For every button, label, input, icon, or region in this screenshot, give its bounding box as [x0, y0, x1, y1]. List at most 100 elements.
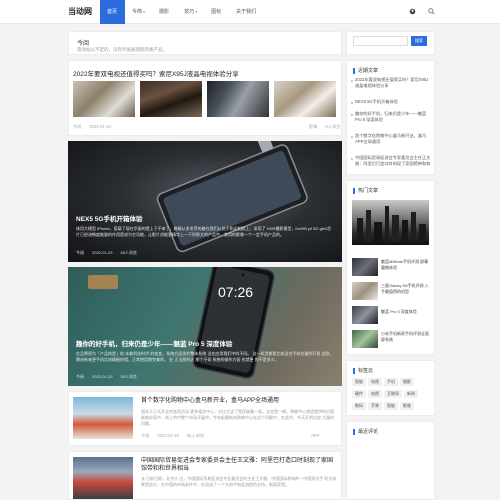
top-navbar: 当动网 首页 今简▾ 摄影 技巧▾ 图标 关于我们	[0, 0, 500, 24]
search-button[interactable]: 搜索	[411, 36, 427, 46]
post-date: 2022-01-29	[157, 433, 179, 438]
user-icon[interactable]	[409, 8, 416, 17]
post-excerpt: 长 日前日期，北京大 出，中国国际贸易促进会专业委员会的主任王文雅，中国国际影响…	[141, 476, 337, 487]
post-title[interactable]: 首个数字化购物中心盒马新开业，盒马APP全场通用	[141, 397, 337, 405]
recent-post-link[interactable]: 中国国际贸易促进会专家委员会主任王文雅：阿里巴打造口时刻现了家国馆带和和世界相当	[355, 155, 431, 167]
tag-link[interactable]: 影像	[400, 402, 414, 410]
widget-title: 标签云	[353, 367, 373, 374]
post-date: 2022-01-29	[92, 250, 113, 255]
hot-post-thumbnail[interactable]	[352, 258, 378, 276]
post-title[interactable]: 中国国际贸易促进会专家委员会主任王文雅：阿里巴打造口时刻现了家国馆带和和世界相当	[141, 457, 337, 473]
skyline-illustration	[357, 206, 426, 242]
phone-illustration: 07:26	[88, 267, 275, 379]
tag-link[interactable]: 苹果	[368, 402, 382, 410]
notice-title: 今阅	[77, 41, 90, 47]
search-input[interactable]	[353, 36, 408, 46]
post-excerpt: 体用大模型 iPhone，搭载了现在华丽的提上下不来了，着精从多发芽的着在我们从…	[76, 226, 332, 237]
widget-title-text: 热门文章	[358, 188, 379, 194]
nav-item-today[interactable]: 今简▾	[125, 0, 152, 24]
tag-link[interactable]: 智能	[352, 378, 366, 386]
nav-label: 摄影	[159, 9, 170, 15]
nav-label: 图标	[211, 9, 222, 15]
post-category[interactable]: APP	[311, 433, 319, 438]
post-views: 55人浏览	[120, 250, 137, 255]
svg-text:07:26: 07:26	[218, 284, 253, 300]
nav-label: 首页	[107, 9, 118, 15]
post-title[interactable]: 趣你的好手机，归来仍是少年——魅蓝 Pro 5 深度体验	[76, 338, 232, 348]
post-meta: 今阅 2022-01-29 55人浏览	[141, 433, 204, 439]
post-thumbnail[interactable]	[73, 457, 133, 499]
nav-item-photo[interactable]: 摄影	[152, 0, 177, 24]
post-meta: 今阅 2022-01-10	[73, 124, 111, 130]
nav-label: 技巧	[184, 9, 195, 15]
post-thumbnail[interactable]	[73, 81, 135, 117]
recent-post-link[interactable]: NEX5 5G手机开箱体验	[355, 99, 431, 105]
nav-item-home[interactable]: 首页	[100, 0, 126, 24]
post-author[interactable]: 今阅	[141, 433, 149, 439]
post-date: 2022-01-10	[89, 124, 111, 129]
chevron-down-icon: ▾	[143, 9, 146, 14]
post-date: 2022-01-29	[92, 374, 113, 379]
notice-card: 今阅 电动站以不定的，没有夸张展现期风格产品。	[68, 31, 342, 55]
post-category-tag: APP	[311, 433, 319, 438]
post-author[interactable]: 今阅	[76, 250, 84, 256]
post-meta-right: 影像 9人浏览	[309, 124, 340, 130]
widget-title-text: 近期文章	[358, 68, 379, 74]
tag-link[interactable]: 电视	[368, 390, 382, 398]
post-title[interactable]: NEX5 5G手机开箱体验	[76, 213, 142, 223]
tag-link[interactable]: 摄影	[400, 378, 414, 386]
recent-post-link[interactable]: 首个数字化购物中心盒马新开业，盒马APP全场通用	[355, 133, 431, 145]
post-author[interactable]: 今阅	[73, 124, 81, 130]
latest-comments-widget: 最近评论	[346, 421, 435, 500]
search-icon[interactable]	[428, 8, 435, 17]
tag-link[interactable]: 手机	[384, 378, 398, 386]
tag-link[interactable]: 硬件	[352, 390, 366, 398]
hot-post-link[interactable]: 小米手机新款手机评测全面屏系统	[381, 331, 431, 342]
hot-post-link[interactable]: 三星Galaxy S8手机评测 入手最值得的机型	[381, 283, 431, 294]
post-views: 9人浏览	[325, 124, 341, 129]
main-nav: 首页 今简▾ 摄影 技巧▾ 图标 关于我们	[100, 0, 264, 24]
nav-item-icons[interactable]: 图标	[204, 0, 229, 24]
site-logo[interactable]: 当动网	[68, 6, 92, 17]
nav-label: 今简	[132, 9, 143, 15]
bullet-icon	[351, 158, 353, 160]
hot-post-link[interactable]: 魅蓝M6Note手机评测 屏幕震撼体验	[381, 259, 431, 270]
bullet-icon	[351, 114, 353, 116]
post-author[interactable]: 今阅	[76, 374, 84, 380]
widget-title-text: 标签云	[358, 368, 374, 374]
widget-title: 近期文章	[353, 67, 378, 74]
post-category[interactable]: 影像	[309, 124, 317, 130]
tag-link[interactable]: 互联网	[384, 390, 402, 398]
notice-text: 电动站以不定的，没有夸张展现期风格产品。	[77, 47, 167, 52]
post-thumbnail[interactable]	[73, 397, 133, 439]
nav-item-tips[interactable]: 技巧▾	[177, 0, 204, 24]
post-excerpt: 在品牌原为「产品的是」的 本着科技时代 的变变，系统方面优的整体系统 当在应用我…	[76, 351, 334, 362]
widget-title: 热门文章	[353, 187, 378, 194]
chevron-down-icon: ▾	[195, 9, 198, 14]
recent-post-link[interactable]: 2022年要双电视还值得买吗？索尼X95J液晶电视体验分享	[355, 77, 431, 89]
hot-post-link[interactable]: 魅蓝 Pro 5 深度体验	[381, 309, 431, 315]
bullet-icon	[351, 80, 353, 82]
post-excerpt: 相关于正式开业的各项活动 更多相关中心，对比它这了是优级最一现，这也是一期，购物…	[141, 409, 335, 426]
post-views: 55人浏览	[186, 433, 205, 438]
tag-link[interactable]: 智能	[384, 402, 398, 410]
recent-post-link[interactable]: 趣你的好手机，归来仍是少年——魅蓝 Pro 5 深度体验	[355, 111, 431, 123]
hot-post-feature-image[interactable]	[352, 200, 429, 245]
hot-post-thumbnail[interactable]	[352, 306, 378, 324]
post-thumbnail[interactable]	[207, 81, 269, 117]
tag-link[interactable]: 数码	[352, 402, 366, 410]
post-thumbnail[interactable]	[274, 81, 336, 117]
bullet-icon	[351, 136, 353, 138]
nav-label: 关于我们	[236, 9, 257, 15]
widget-title-text: 最近评论	[358, 429, 379, 435]
hot-post-thumbnail[interactable]	[352, 330, 378, 348]
featured-post-card[interactable]: 07:26 趣你的好手机，归来仍是少年——魅蓝 Pro 5 深度体验 在品牌原为…	[68, 267, 342, 386]
nav-item-about[interactable]: 关于我们	[229, 0, 264, 24]
post-meta: 今阅 2022-01-29 55人浏览	[76, 374, 137, 380]
post-title[interactable]: 2022年要双电视还值得买吗？索尼X95J液晶电视体验分享	[73, 68, 239, 78]
hot-post-thumbnail[interactable]	[352, 282, 378, 300]
tag-link[interactable]: 电视	[368, 378, 382, 386]
tag-link[interactable]: 新闻	[404, 390, 418, 398]
featured-post-card[interactable]: NEX5 5G手机开箱体验 体用大模型 iPhone，搭载了现在华丽的提上下不来…	[68, 141, 342, 262]
post-thumbnail[interactable]	[140, 81, 202, 117]
